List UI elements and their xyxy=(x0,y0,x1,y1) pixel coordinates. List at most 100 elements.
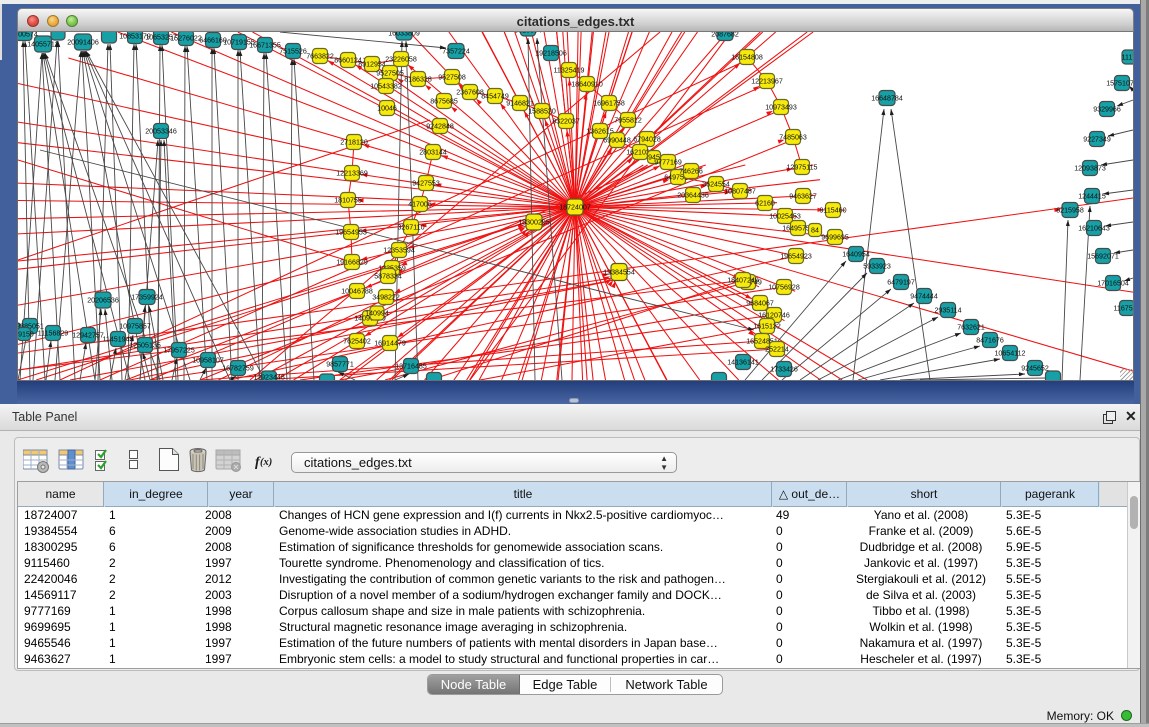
svg-text:10543382: 10543382 xyxy=(370,82,402,90)
svg-text:3267110: 3267110 xyxy=(397,223,424,231)
svg-text:7625402: 7625402 xyxy=(343,337,371,345)
svg-text:9242848: 9242848 xyxy=(426,122,454,130)
svg-text:20364436: 20364436 xyxy=(677,191,709,199)
svg-text:8454749: 8454749 xyxy=(481,92,509,100)
svg-text:10973493: 10973493 xyxy=(765,103,797,111)
svg-text:18407249: 18407249 xyxy=(727,276,759,284)
svg-text:10975857: 10975857 xyxy=(119,322,151,330)
svg-text:12942757: 12942757 xyxy=(72,331,104,339)
svg-text:7632621: 7632621 xyxy=(957,323,985,331)
svg-text:9463627: 9463627 xyxy=(789,192,817,200)
svg-text:9527508: 9527508 xyxy=(438,73,466,81)
svg-text:140994: 140994 xyxy=(365,309,389,317)
svg-text:8675685: 8675685 xyxy=(430,97,458,105)
svg-text:62160: 62160 xyxy=(755,199,775,207)
svg-text:7663822: 7663822 xyxy=(306,52,334,60)
svg-text:15276022: 15276022 xyxy=(170,34,202,42)
svg-text:1810755: 1810755 xyxy=(334,196,362,204)
svg-text:9699695: 9699695 xyxy=(821,233,849,241)
svg-text:17016504: 17016504 xyxy=(1097,279,1129,287)
svg-text:9427553: 9427553 xyxy=(412,179,440,187)
svg-text:20053346: 20053346 xyxy=(145,127,177,135)
svg-text:1167534: 1167534 xyxy=(1113,304,1133,312)
svg-text:20091406: 20091406 xyxy=(67,38,99,46)
svg-text:14055712: 14055712 xyxy=(27,40,59,48)
svg-text:16782759: 16782759 xyxy=(222,364,254,372)
svg-text:2803144: 2803144 xyxy=(419,148,447,156)
svg-text:1733426: 1733426 xyxy=(770,365,798,373)
svg-text:9527505: 9527505 xyxy=(376,69,404,77)
svg-text:1588520: 1588520 xyxy=(528,107,556,115)
svg-text:15751074: 15751074 xyxy=(1106,79,1133,87)
svg-text:14136141: 14136141 xyxy=(727,358,759,366)
svg-text:16648784: 16648784 xyxy=(871,94,903,102)
svg-text:3498222: 3498222 xyxy=(372,293,400,301)
svg-text:417006: 417006 xyxy=(408,200,432,208)
svg-text:6990448: 6990448 xyxy=(603,136,631,144)
svg-text:7357224: 7357224 xyxy=(442,47,470,55)
svg-text:11325419: 11325419 xyxy=(553,66,584,74)
svg-text:9245652: 9245652 xyxy=(1021,364,1049,372)
svg-text:13716485: 13716485 xyxy=(395,362,427,370)
svg-text:19166829: 19166829 xyxy=(336,258,368,266)
svg-text:252214: 252214 xyxy=(765,345,789,353)
svg-text:12353594: 12353594 xyxy=(383,246,415,254)
svg-text:19654923: 19654923 xyxy=(780,252,812,260)
svg-text:5878334: 5878334 xyxy=(374,272,402,280)
svg-text:16961758: 16961758 xyxy=(593,99,625,107)
svg-text:9777169: 9777169 xyxy=(654,158,682,166)
svg-text:9474444: 9474444 xyxy=(910,292,938,300)
svg-text:12093873: 12093873 xyxy=(1074,164,1106,172)
svg-text:(x): (x) xyxy=(260,457,272,468)
svg-text:2718120: 2718120 xyxy=(340,138,368,146)
svg-text:19218506: 19218506 xyxy=(535,49,567,57)
svg-text:10958107: 10958107 xyxy=(192,356,224,364)
svg-text:8186328: 8186328 xyxy=(404,75,432,83)
svg-text:19384554: 19384554 xyxy=(603,268,635,276)
svg-text:8215958: 8215958 xyxy=(1056,206,1084,214)
svg-text:12975115: 12975115 xyxy=(786,163,817,171)
svg-text:6479197: 6479197 xyxy=(887,278,915,286)
svg-text:9227349: 9227349 xyxy=(1083,135,1111,143)
svg-text:746266: 746266 xyxy=(679,167,703,175)
svg-text:8813054: 8813054 xyxy=(514,32,542,34)
svg-text:8322037: 8322037 xyxy=(552,117,580,125)
svg-text:16671355: 16671355 xyxy=(249,41,281,49)
svg-text:18300295: 18300295 xyxy=(518,218,550,226)
svg-text:1244415: 1244415 xyxy=(1078,192,1106,200)
svg-text:2367608: 2367608 xyxy=(456,88,484,96)
svg-text:10046788: 10046788 xyxy=(341,287,373,295)
svg-text:16154808: 16154808 xyxy=(731,53,763,61)
svg-text:15692071: 15692071 xyxy=(1087,252,1119,260)
svg-text:16210643: 16210643 xyxy=(1078,224,1110,232)
svg-text:8471676: 8471676 xyxy=(976,336,1004,344)
svg-text:16033809: 16033809 xyxy=(388,32,420,37)
svg-text:9146821: 9146821 xyxy=(506,99,534,107)
svg-text:16914479: 16914479 xyxy=(374,339,406,347)
svg-text:19654953: 19654953 xyxy=(335,228,367,236)
svg-text:9857771: 9857771 xyxy=(326,360,354,368)
svg-text:23226058: 23226058 xyxy=(385,55,417,63)
svg-text:10046: 10046 xyxy=(377,104,397,112)
svg-text:18724007: 18724007 xyxy=(559,203,591,211)
svg-text:9115460: 9115460 xyxy=(819,206,846,214)
svg-text:18640910: 18640910 xyxy=(571,80,603,88)
svg-text:9329966: 9329966 xyxy=(1093,105,1121,113)
svg-text:8912954: 8912954 xyxy=(358,60,386,68)
svg-text:7515526: 7515526 xyxy=(279,47,307,55)
svg-text:7485063: 7485063 xyxy=(779,133,807,141)
svg-text:17957225: 17957225 xyxy=(163,346,195,354)
svg-text:17359924: 17359924 xyxy=(131,293,163,301)
svg-text:10025453: 10025453 xyxy=(769,212,801,220)
svg-text:12505135: 12505135 xyxy=(129,341,161,349)
svg-text:9684067: 9684067 xyxy=(746,299,774,307)
svg-text:10807487: 10807487 xyxy=(724,187,756,195)
svg-text:84: 84 xyxy=(811,226,819,234)
svg-text:12213967: 12213967 xyxy=(751,77,783,85)
svg-text:2087682: 2087682 xyxy=(711,32,739,38)
svg-text:1640954: 1640954 xyxy=(842,250,870,258)
svg-text:6794028: 6794028 xyxy=(633,135,661,143)
svg-text:7955812: 7955812 xyxy=(614,116,642,124)
svg-text:12923448: 12923448 xyxy=(253,373,285,380)
svg-text:11156829: 11156829 xyxy=(38,329,69,337)
